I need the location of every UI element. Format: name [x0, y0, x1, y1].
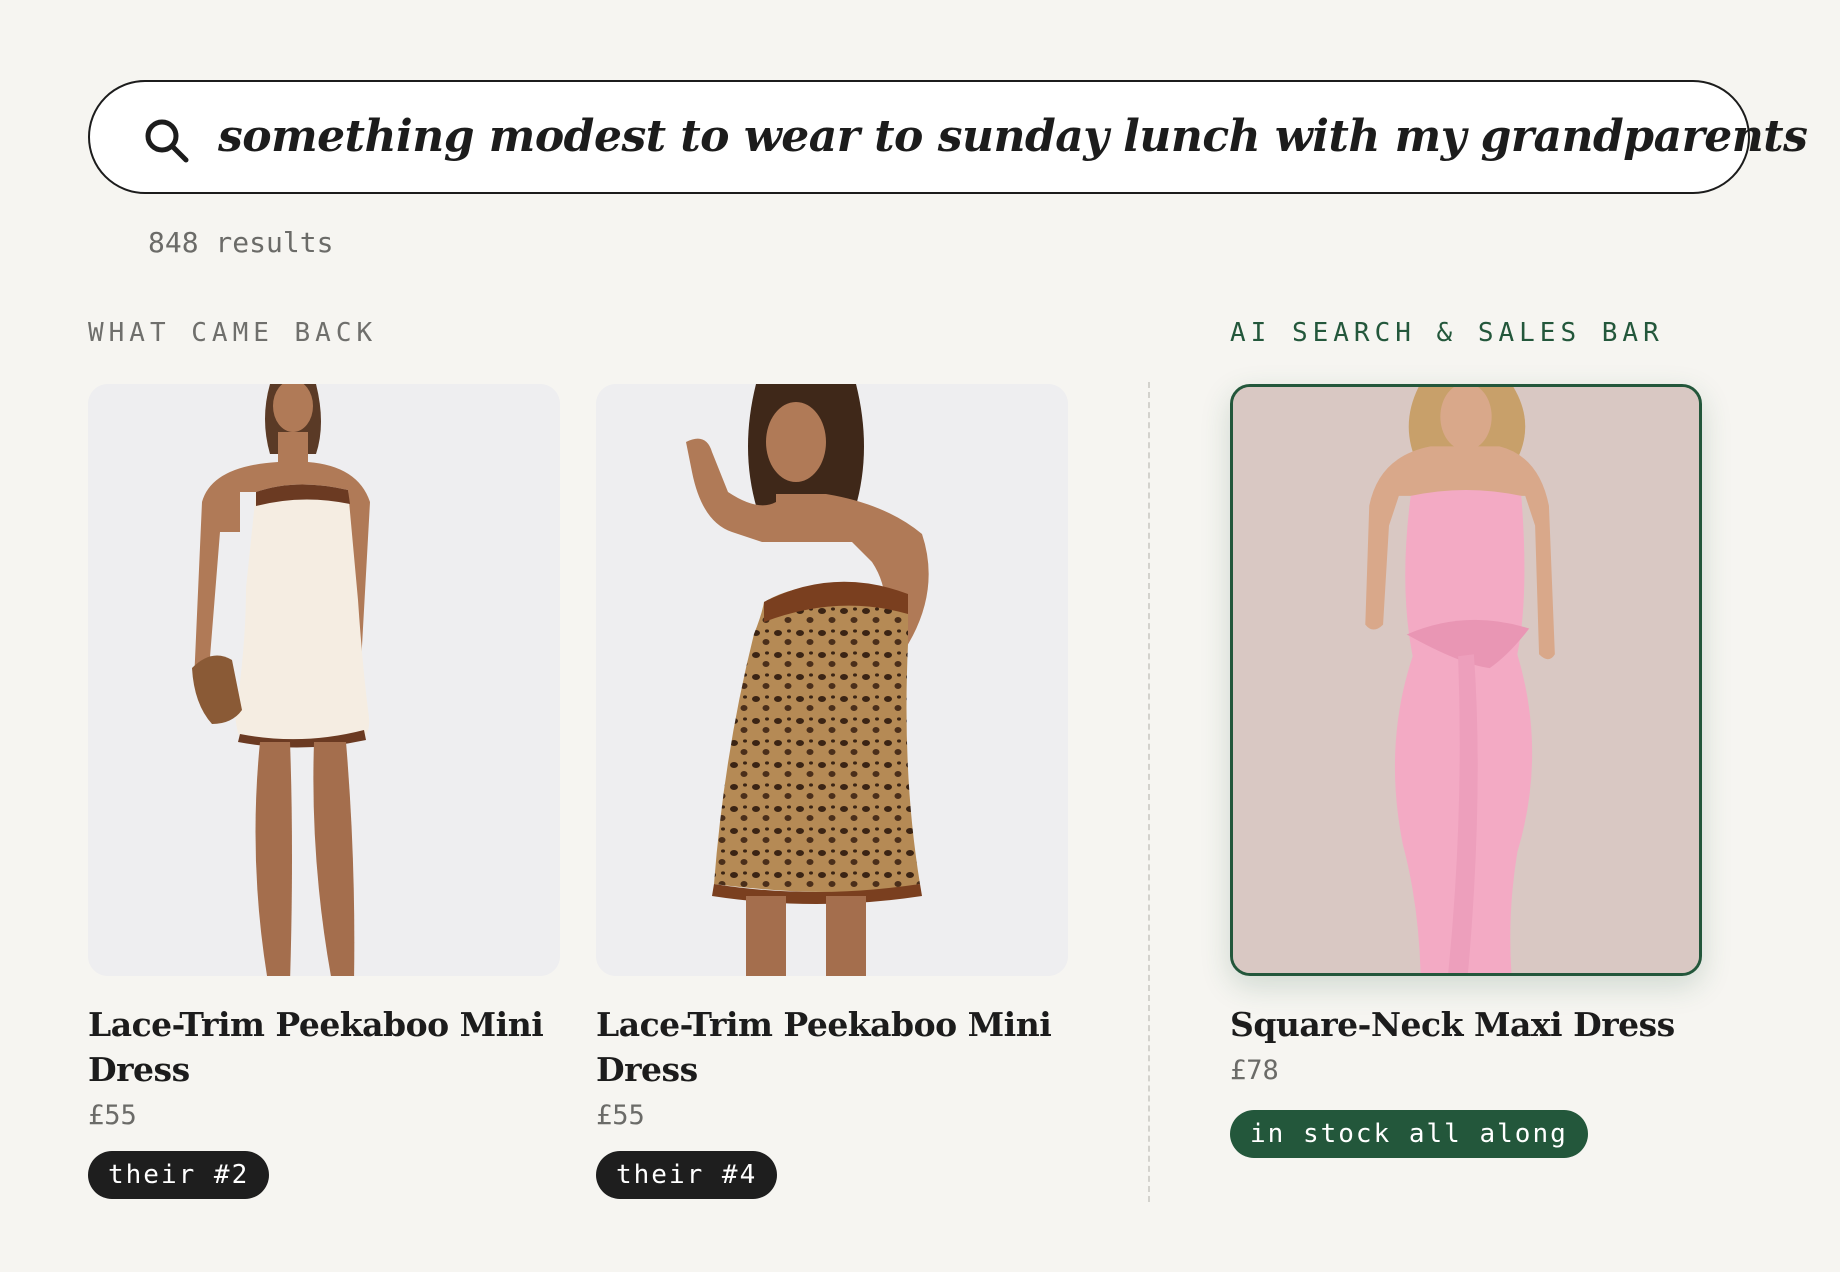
column-divider — [1148, 382, 1150, 1202]
rank-badge: their #2 — [88, 1151, 270, 1199]
rank-badge: their #4 — [596, 1151, 778, 1199]
product-image-leopard-mini-dress[interactable] — [596, 384, 1068, 976]
search-icon[interactable] — [142, 116, 190, 164]
product-card[interactable]: Lace-Trim Peekaboo Mini Dress £55 their … — [88, 384, 560, 1199]
search-bar[interactable]: something modest to wear to sunday lunch… — [88, 80, 1808, 194]
product-price: £55 — [596, 1100, 645, 1131]
stock-badge: in stock all along — [1230, 1110, 1588, 1158]
product-name[interactable]: Square-Neck Maxi Dress — [1230, 1002, 1702, 1047]
product-name[interactable]: Lace-Trim Peekaboo Mini Dress — [88, 1002, 560, 1092]
results-count: 848 results — [148, 226, 334, 259]
product-image-cream-mini-dress[interactable] — [88, 384, 560, 976]
product-card-featured[interactable]: Square-Neck Maxi Dress £78 in stock all … — [1230, 384, 1702, 1158]
product-card[interactable]: Lace-Trim Peekaboo Mini Dress £55 their … — [596, 384, 1068, 1199]
product-name[interactable]: Lace-Trim Peekaboo Mini Dress — [596, 1002, 1068, 1092]
product-image-pink-maxi-dress[interactable] — [1230, 384, 1702, 976]
section-label-what-came-back: WHAT CAME BACK — [88, 318, 378, 348]
product-price: £78 — [1230, 1055, 1279, 1086]
section-label-ai-search: AI SEARCH & SALES BAR — [1230, 318, 1664, 348]
product-price: £55 — [88, 1100, 137, 1131]
search-query-text[interactable]: something modest to wear to sunday lunch… — [218, 82, 1808, 192]
